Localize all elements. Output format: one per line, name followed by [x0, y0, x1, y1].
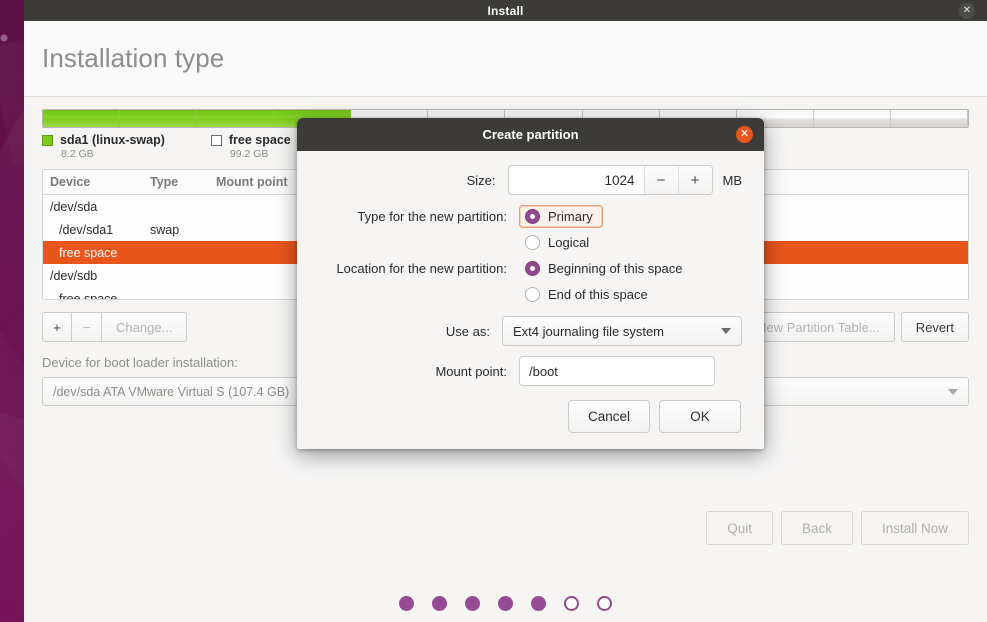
remove-partition-button[interactable]: − — [72, 312, 102, 342]
installer-window: Install ✕ Installation type sda1 (linux-… — [24, 0, 987, 622]
disk-segment-free — [891, 110, 968, 127]
progress-dot-filled — [498, 596, 513, 611]
disk-segment-free — [814, 110, 891, 127]
partition-location-row: Location for the new partition: Beginnin… — [307, 257, 742, 280]
cell-device: free space — [43, 246, 143, 260]
radio-button-icon[interactable] — [525, 235, 540, 250]
mount-point-dropdown-button[interactable] — [714, 357, 715, 385]
radio-primary[interactable]: Primary — [519, 205, 603, 228]
page-header: Installation type — [24, 21, 987, 97]
radio-logical-label: Logical — [548, 235, 589, 250]
radio-primary-label: Primary — [548, 209, 593, 224]
radio-beginning-of-space[interactable]: Beginning of this space — [519, 257, 692, 280]
close-icon[interactable]: ✕ — [736, 126, 753, 143]
radio-logical[interactable]: Logical — [519, 231, 599, 254]
change-partition-button[interactable]: Change... — [102, 312, 187, 342]
legend-name: sda1 (linux-swap) — [60, 133, 165, 147]
column-header-device: Device — [43, 175, 143, 189]
legend-swatch-icon — [42, 135, 53, 146]
dialog-actions: Cancel OK — [307, 400, 742, 433]
disk-segment-used — [197, 110, 274, 127]
cancel-button[interactable]: Cancel — [568, 400, 650, 433]
close-icon[interactable]: ✕ — [959, 3, 975, 19]
mount-point-row: Mount point: — [307, 356, 742, 386]
legend-item: sda1 (linux-swap) 8.2 GB — [42, 133, 165, 160]
partition-location-row-2: End of this space — [307, 283, 742, 306]
size-spinner[interactable]: − + — [508, 165, 713, 195]
use-as-select[interactable]: Ext4 journaling file system — [502, 316, 742, 346]
cell-device: /dev/sda — [43, 200, 143, 214]
progress-dot-filled — [432, 596, 447, 611]
size-input[interactable] — [509, 166, 644, 194]
use-as-value: Ext4 journaling file system — [513, 324, 664, 339]
new-partition-table-button[interactable]: New Partition Table... — [742, 312, 895, 342]
radio-end-label: End of this space — [548, 287, 648, 302]
revert-button[interactable]: Revert — [901, 312, 969, 342]
partition-type-row-2: Logical — [307, 231, 742, 254]
back-button[interactable]: Back — [781, 511, 853, 545]
progress-dot-filled — [531, 596, 546, 611]
radio-button-icon[interactable] — [525, 209, 540, 224]
partition-location-label: Location for the new partition: — [307, 261, 519, 276]
partition-type-label: Type for the new partition: — [307, 209, 519, 224]
legend-size: 8.2 GB — [61, 148, 165, 160]
size-increment-button[interactable]: + — [678, 165, 712, 195]
use-as-label: Use as: — [307, 324, 502, 339]
partition-type-row: Type for the new partition: Primary — [307, 205, 742, 228]
chevron-down-icon — [721, 328, 731, 334]
radio-button-icon[interactable] — [525, 287, 540, 302]
size-unit-label: MB — [723, 173, 743, 188]
legend-swatch-icon — [211, 135, 222, 146]
mount-point-input[interactable] — [520, 357, 714, 385]
window-titlebar: Install ✕ — [24, 0, 987, 21]
partition-edit-group: + − Change... — [42, 312, 187, 342]
mount-point-label: Mount point: — [307, 364, 519, 379]
cell-type: swap — [143, 223, 209, 237]
chevron-down-icon — [948, 389, 958, 395]
progress-dot-filled — [399, 596, 414, 611]
cell-device: /dev/sdb — [43, 269, 143, 283]
use-as-row: Use as: Ext4 journaling file system — [307, 316, 742, 346]
progress-dot-filled — [465, 596, 480, 611]
progress-dots — [24, 596, 987, 611]
size-row: Size: − + MB — [307, 165, 742, 195]
legend-name: free space — [229, 133, 291, 147]
install-now-button[interactable]: Install Now — [861, 511, 969, 545]
bootloader-device-value: /dev/sda ATA VMware Virtual S (107.4 GB) — [53, 385, 289, 399]
quit-button[interactable]: Quit — [706, 511, 773, 545]
cell-device: free space — [43, 292, 143, 301]
disk-segment-used — [120, 110, 197, 127]
page-title: Installation type — [24, 43, 224, 74]
disk-segment-used — [43, 110, 120, 127]
navigation-buttons: Quit Back Install Now — [698, 511, 969, 545]
window-title: Install — [487, 4, 523, 18]
mount-point-combo[interactable] — [519, 356, 715, 386]
add-partition-button[interactable]: + — [42, 312, 72, 342]
size-label: Size: — [307, 173, 508, 188]
dialog-body: Size: − + MB Type for the new partition: — [297, 151, 764, 449]
create-partition-dialog: Create partition ✕ Size: − + MB Type for… — [297, 118, 764, 449]
progress-dot-empty — [564, 596, 579, 611]
legend-size: 99.2 GB — [230, 148, 291, 160]
progress-dot-empty — [597, 596, 612, 611]
radio-end-of-space[interactable]: End of this space — [519, 283, 658, 306]
legend-item: free space 99.2 GB — [211, 133, 291, 160]
column-header-type: Type — [143, 175, 209, 189]
radio-beginning-label: Beginning of this space — [548, 261, 682, 276]
size-decrement-button[interactable]: − — [644, 165, 678, 195]
dialog-title: Create partition — [482, 127, 578, 142]
dialog-titlebar: Create partition ✕ — [297, 118, 764, 151]
cell-device: /dev/sda1 — [43, 223, 143, 237]
radio-button-icon[interactable] — [525, 261, 540, 276]
ok-button[interactable]: OK — [659, 400, 741, 433]
